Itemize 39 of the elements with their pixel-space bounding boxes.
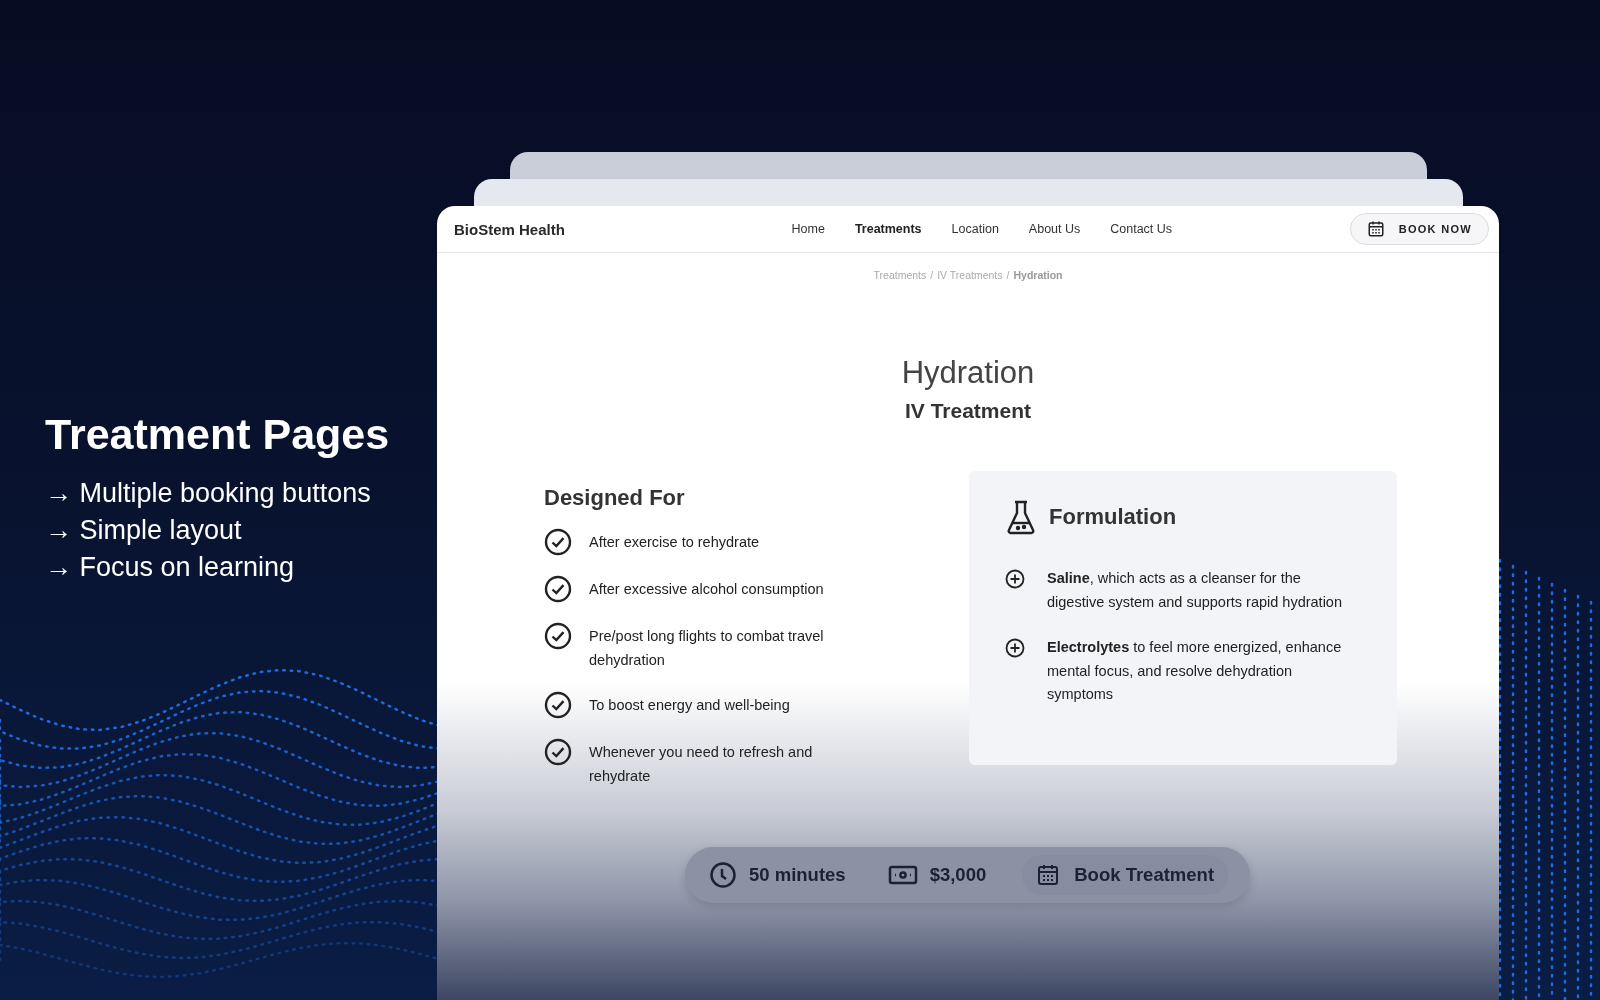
- plus-circle-icon: [1005, 638, 1025, 658]
- ingredient-text: Electrolytes to feel more energized, enhance mental focus, and resolve dehydration symptoms: [1047, 638, 1343, 704]
- check-circle-icon: [544, 738, 572, 766]
- list-text: After exercise to rehydrate: [589, 533, 760, 552]
- check-circle-icon: [544, 691, 572, 719]
- book-now-button[interactable]: BOOK NOW: [1349, 213, 1489, 245]
- nav-link[interactable]: Treatments: [854, 222, 922, 236]
- list-text: Whenever you need to refresh and rehydrate: [589, 743, 814, 786]
- plus-circle-icon: [1005, 569, 1025, 589]
- book-treatment-button[interactable]: Book Treatment: [1022, 855, 1229, 895]
- list-text: To boost energy and well-being: [589, 696, 790, 715]
- site-brand: BioStem Health: [454, 220, 566, 238]
- nav-link[interactable]: Location: [951, 222, 999, 236]
- feature-point: → Multiple booking buttons: [45, 477, 372, 510]
- flask-icon: [1005, 499, 1037, 535]
- page-subtitle: IV Treatment: [903, 399, 1032, 423]
- price-text: $3,000: [929, 864, 987, 886]
- calendar-icon: [1366, 220, 1385, 238]
- check-circle-icon: [544, 575, 572, 603]
- calendar-icon: [1036, 863, 1061, 887]
- list-text: Pre/post long flights to combat travel dehydration: [589, 627, 825, 670]
- check-circle-icon: [544, 622, 572, 650]
- section-heading: Formulation: [1049, 504, 1177, 530]
- page-title: Hydration: [900, 355, 1036, 391]
- clock-icon: [709, 861, 737, 889]
- feature-point: → Simple layout: [45, 514, 243, 547]
- promo-title: Treatment Pages: [45, 410, 390, 459]
- breadcrumb-separator: /: [1006, 269, 1010, 281]
- section-heading: Designed For: [544, 485, 686, 511]
- nav-link[interactable]: About Us: [1028, 222, 1081, 236]
- ingredient-text: Saline, which acts as a cleanser for the digestive system and supports rapid hydration: [1047, 569, 1343, 612]
- nav-link[interactable]: Home: [791, 222, 825, 236]
- feature-point: → Focus on learning: [45, 551, 296, 584]
- check-circle-icon: [544, 528, 572, 556]
- duration-text: 50 minutes: [749, 864, 846, 886]
- nav-link[interactable]: Contact Us: [1110, 222, 1173, 236]
- banknote-icon: [887, 864, 918, 886]
- breadcrumb-separator: /: [930, 269, 934, 281]
- list-text: After excessive alcohol consumption: [589, 580, 824, 599]
